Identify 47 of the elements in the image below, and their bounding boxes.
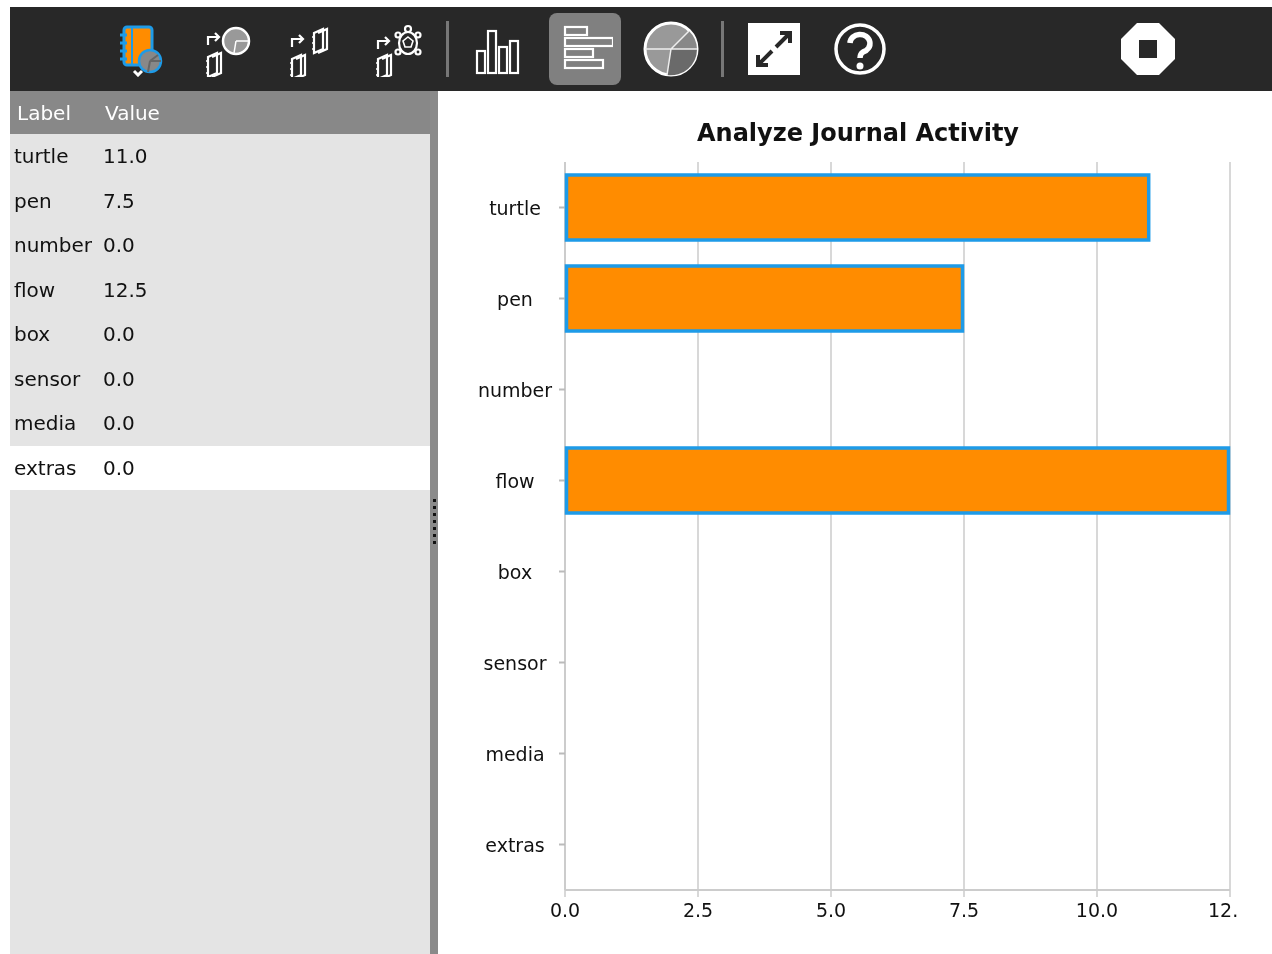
table-cell-text: turtle — [14, 144, 70, 169]
tick-label: 10.0 — [1075, 899, 1119, 921]
table-row[interactable]: box 0.0 — [10, 312, 430, 357]
tick-label: 0.0 — [549, 899, 581, 921]
tick-label: 5.0 — [815, 899, 847, 921]
fullscreen-icon — [746, 21, 802, 77]
table-cell-text: pen — [14, 188, 53, 213]
category-label: box — [497, 560, 533, 583]
category-label: turtle — [489, 196, 541, 219]
table-cell: 0.0 — [103, 322, 135, 347]
table-row[interactable]: turtle 11.0 — [10, 134, 430, 179]
category-label: media — [485, 742, 545, 765]
table-row[interactable]: pen 7.5 — [10, 178, 430, 223]
table-cell-text: box — [14, 322, 52, 347]
table-cell: 0.0 — [103, 411, 135, 436]
category-label: flow — [495, 469, 535, 492]
table-row[interactable]: number 0.0 — [10, 223, 430, 268]
column-header[interactable]: Label — [17, 100, 105, 125]
table-cell-text: flow — [14, 277, 57, 302]
tick-label: 7.5 — [948, 899, 980, 921]
chart-title: Analyze Journal Activity — [697, 119, 1019, 147]
horizontal-bars-button[interactable] — [549, 13, 621, 85]
table-row[interactable]: sensor 0.0 — [10, 356, 430, 401]
column-header[interactable]: Value — [105, 100, 160, 125]
table-cell: 7.5 — [103, 188, 135, 213]
splitter-grip-icon[interactable] — [430, 498, 438, 547]
stop-icon — [1120, 21, 1176, 77]
table-cell-text: sensor — [14, 366, 82, 391]
table-row[interactable]: media 0.0 — [10, 401, 430, 446]
table-cell-text: extras — [14, 455, 78, 480]
category-label: pen — [497, 287, 533, 310]
pie-chart-icon — [643, 21, 699, 77]
tick-label: 12. — [1208, 899, 1239, 921]
table-row[interactable]: extras 0.0 — [10, 445, 430, 490]
table-cell-text: media — [14, 411, 78, 436]
table-cell: 0.0 — [103, 366, 135, 391]
table-cell: 11.0 — [103, 144, 148, 169]
help-icon — [832, 21, 888, 77]
table-cell: 0.0 — [103, 455, 135, 480]
table-cell-text: number — [14, 233, 94, 258]
table-cell: 0.0 — [103, 233, 135, 258]
table-cell: 12.5 — [103, 277, 148, 302]
category-label: number — [477, 378, 553, 401]
category-label: sensor — [483, 651, 547, 674]
category-label: extras — [485, 833, 545, 856]
tick-label: 2.5 — [682, 899, 714, 921]
table-row[interactable]: flow 12.5 — [10, 267, 430, 312]
